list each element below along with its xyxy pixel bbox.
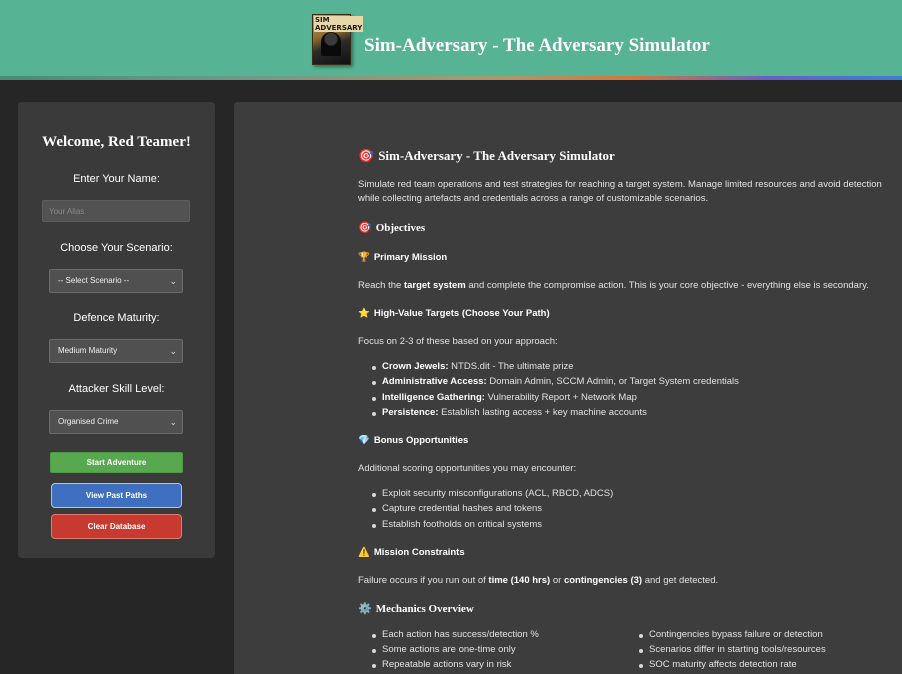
constraints-text-post: and get detected. <box>642 575 719 586</box>
list-item: SOC maturity affects detection rate <box>639 659 797 670</box>
list-item-text: Establish lasting access + key machine a… <box>438 407 647 418</box>
constraints-heading-text: Mission Constraints <box>373 547 465 558</box>
scenario-select-value: -- Select Scenario -- <box>58 276 130 285</box>
scenario-label: Choose Your Scenario: <box>60 242 173 254</box>
list-item-label: Administrative Access: <box>382 376 487 387</box>
hvt-heading: ⭐ High-Value Targets (Choose Your Path) <box>358 308 550 319</box>
clear-database-button[interactable]: Clear Database <box>51 514 182 539</box>
alias-input[interactable] <box>42 200 190 222</box>
briefing-title-text: Sim-Adversary - The Adversary Simulator <box>378 148 615 163</box>
maturity-label: Defence Maturity: <box>73 312 160 324</box>
primary-mission-heading: 🏆 Primary Mission <box>358 252 447 263</box>
list-item: Capture credential hashes and tokens <box>371 503 543 514</box>
app-title: Sim-Adversary - The Adversary Simulator <box>364 35 710 56</box>
list-item: Scenarios differ in starting tools/resou… <box>639 644 826 655</box>
list-item-label: Persistence: <box>382 407 439 418</box>
mechanics-heading: ⚙️ Mechanics Overview <box>358 602 474 615</box>
game-box-logo: SIM ADVERSARY <box>312 14 364 65</box>
bonus-heading: 💎 Bonus Opportunities <box>358 435 468 446</box>
skill-select[interactable]: Organised Crime ⌄ <box>49 410 183 434</box>
primary-text-pre: Reach the <box>358 280 404 291</box>
view-past-paths-button[interactable]: View Past Paths <box>51 483 182 508</box>
list-item-text: Domain Admin, SCCM Admin, or Target Syst… <box>486 376 739 387</box>
list-item-label: Crown Jewels: <box>382 361 449 372</box>
warning-icon: ⚠️ <box>358 547 370 558</box>
bonus-intro: Additional scoring opportunities you may… <box>358 463 577 474</box>
primary-mission-text: Reach the target system and complete the… <box>358 280 869 291</box>
constraints-text-mid: or <box>550 575 564 586</box>
list-item: Some actions are one-time only <box>372 644 516 655</box>
briefing-panel: 🎯 Sim-Adversary - The Adversary Simulator… <box>234 102 902 674</box>
welcome-heading: Welcome, Red Teamer! <box>42 134 191 150</box>
constraints-text: Failure occurs if you run out of time (1… <box>358 575 718 586</box>
objectives-heading-text: Objectives <box>375 222 426 234</box>
list-item: Each action has success/detection % <box>372 629 539 640</box>
hooded-figure-icon <box>321 32 341 56</box>
list-item: Contingencies bypass failure or detectio… <box>639 629 823 640</box>
app-header: SIM ADVERSARY Sim-Adversary - The Advers… <box>0 0 902 76</box>
objectives-heading: 🎯 Objectives <box>358 221 425 234</box>
maturity-select-value: Medium Maturity <box>58 346 118 355</box>
star-icon: ⭐ <box>358 308 370 319</box>
hvt-heading-text: High-Value Targets (Choose Your Path) <box>373 308 550 319</box>
target-icon: 🎯 <box>358 222 372 234</box>
list-item: Exploit security misconfigurations (ACL,… <box>371 488 614 499</box>
intro-text: Simulate red team operations and test st… <box>358 179 882 204</box>
target-icon: 🎯 <box>358 148 375 163</box>
list-item: Establish footholds on critical systems <box>372 519 542 530</box>
chevron-down-icon: ⌄ <box>169 276 177 286</box>
constraints-time: time (140 hrs) <box>488 575 551 586</box>
chevron-down-icon: ⌄ <box>169 417 177 427</box>
name-label: Enter Your Name: <box>73 173 160 185</box>
primary-mission-heading-text: Primary Mission <box>373 252 448 263</box>
primary-text-bold: target system <box>403 280 466 291</box>
start-adventure-button[interactable]: Start Adventure <box>50 452 183 473</box>
list-item: Intelligence Gathering: Vulnerability Re… <box>372 392 637 403</box>
list-item: Administrative Access: Domain Admin, SCC… <box>372 376 739 387</box>
list-item-text: NTDS.dit - The ultimate prize <box>448 361 574 372</box>
logo-lettering: SIM ADVERSARY <box>314 16 364 32</box>
gear-icon: ⚙️ <box>358 603 372 615</box>
trophy-icon: 🏆 <box>358 252 370 263</box>
list-item: Persistence: Establish lasting access + … <box>372 407 647 418</box>
skill-select-value: Organised Crime <box>58 417 119 426</box>
chevron-down-icon: ⌄ <box>169 346 177 356</box>
constraints-contingencies: contingencies (3) <box>563 575 643 586</box>
list-item-text: Vulnerability Report + Network Map <box>484 392 637 403</box>
skill-label: Attacker Skill Level: <box>68 383 165 395</box>
scenario-select[interactable]: -- Select Scenario -- ⌄ <box>49 269 183 293</box>
header-divider <box>0 76 902 80</box>
primary-text-post: and complete the compromise action. This… <box>465 280 869 291</box>
constraints-heading: ⚠️ Mission Constraints <box>358 547 465 558</box>
constraints-text-pre: Failure occurs if you run out of <box>358 575 489 586</box>
briefing-title: 🎯 Sim-Adversary - The Adversary Simulator <box>358 148 615 164</box>
mechanics-heading-text: Mechanics Overview <box>375 603 474 615</box>
setup-panel: Welcome, Red Teamer! Enter Your Name: Ch… <box>18 102 215 558</box>
bonus-heading-text: Bonus Opportunities <box>373 435 469 446</box>
maturity-select[interactable]: Medium Maturity ⌄ <box>49 339 183 363</box>
list-item-label: Intelligence Gathering: <box>382 392 485 403</box>
diamond-icon: 💎 <box>358 435 370 446</box>
list-item: Repeatable actions vary in risk <box>371 659 512 670</box>
list-item: Crown Jewels: NTDS.dit - The ultimate pr… <box>371 361 574 372</box>
hvt-intro: Focus on 2-3 of these based on your appr… <box>358 336 558 347</box>
